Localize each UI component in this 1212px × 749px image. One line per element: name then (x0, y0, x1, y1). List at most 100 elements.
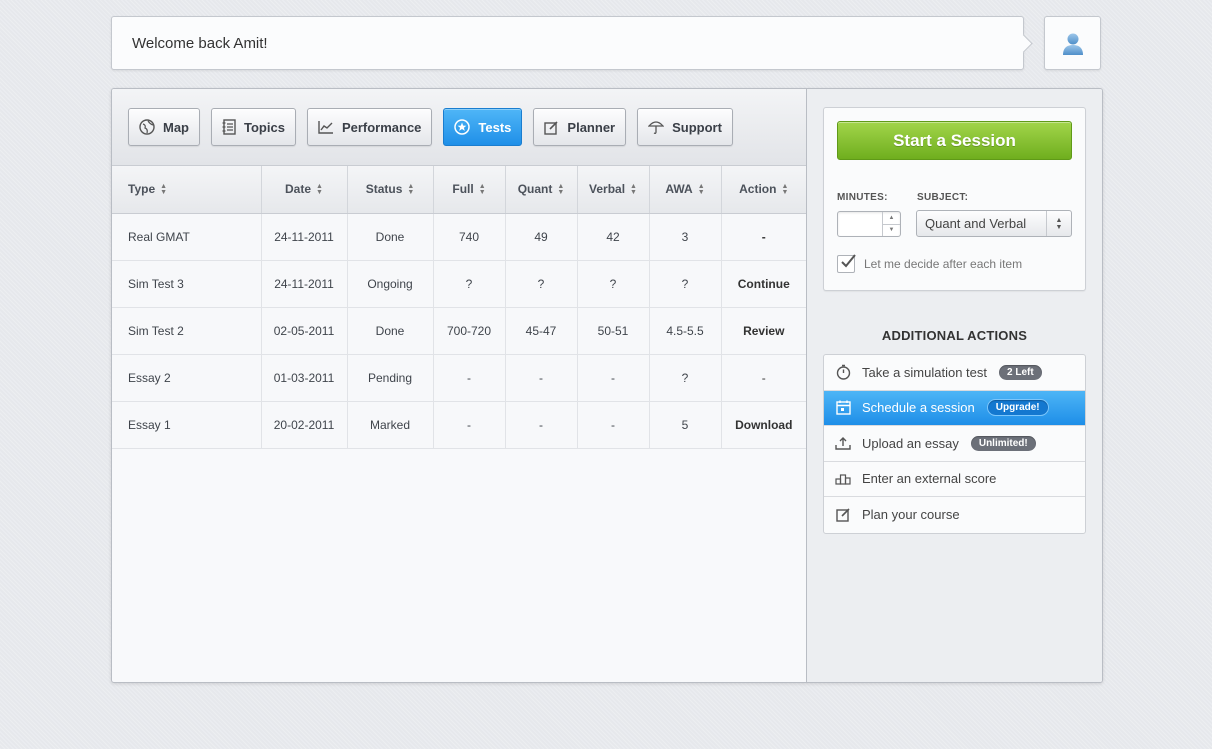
subject-value: Quant and Verbal (925, 216, 1027, 231)
status-badge: Unlimited! (970, 435, 1036, 451)
notebook-icon (222, 119, 236, 135)
subject-select[interactable]: Quant and Verbal ▲ ▼ (916, 210, 1072, 237)
continue-link[interactable]: Continue (721, 260, 806, 308)
cell-verbal: 50-51 (577, 307, 650, 355)
tab-planner[interactable]: Planner (533, 108, 627, 146)
calendar-icon (835, 400, 851, 416)
user-icon (1062, 33, 1083, 55)
umbrella-icon (648, 121, 665, 134)
cell-type: Real GMAT (112, 213, 262, 261)
action-label: Plan your course (862, 507, 960, 523)
cell-type: Sim Test 2 (112, 307, 262, 355)
tab-planner-label: Planner (567, 119, 616, 135)
edit-icon (544, 120, 558, 135)
upgrade-badge[interactable]: Upgrade! (986, 399, 1049, 417)
action-schedule-session[interactable]: Schedule a session Upgrade! (824, 390, 1085, 426)
cell-awa: ? (649, 260, 722, 308)
table-row: Essay 2 01-03-2011 Pending - - - ? - (112, 354, 806, 402)
cell-verbal: - (577, 354, 650, 402)
sort-icon: ▲ ▼ (316, 183, 323, 197)
globe-icon (139, 119, 155, 135)
cell-full: 740 (433, 213, 506, 261)
column-header-full[interactable]: Full ▲ ▼ (433, 166, 506, 214)
tab-map-label: Map (163, 119, 189, 135)
cell-full: 700-720 (433, 307, 506, 355)
review-link[interactable]: Review (721, 307, 806, 355)
additional-actions-list: Take a simulation test 2 Left Schedule a… (823, 354, 1086, 534)
sort-icon: ▲ ▼ (478, 183, 486, 197)
stepper-up-icon[interactable]: ▲ (883, 212, 900, 225)
tab-support[interactable]: Support (637, 108, 733, 146)
action-label: Schedule a session (862, 400, 975, 416)
tests-panel: Map Topics Performance Tests Planner Sup… (112, 89, 806, 682)
stepper-down-icon[interactable]: ▼ (883, 225, 900, 237)
sort-icon: ▲ ▼ (160, 183, 168, 197)
line-chart-icon (318, 121, 333, 134)
cell-action: - (721, 213, 806, 261)
tab-tests[interactable]: Tests (443, 108, 523, 146)
column-header-action[interactable]: Action ▲ ▼ (721, 166, 806, 214)
tab-map[interactable]: Map (128, 108, 200, 146)
column-header-status[interactable]: Status ▲ ▼ (347, 166, 434, 214)
action-simulation-test[interactable]: Take a simulation test 2 Left (824, 355, 1085, 391)
decide-checkbox-row[interactable]: Let me decide after each item (837, 254, 1022, 273)
column-header-verbal[interactable]: Verbal ▲ ▼ (577, 166, 650, 214)
sidebar: Start a Session MINUTES: SUBJECT: ▲ ▼ Qu… (806, 89, 1102, 682)
cell-status: Marked (347, 401, 434, 449)
upload-icon (835, 435, 851, 451)
cell-awa: 4.5-5.5 (649, 307, 722, 355)
tab-topics[interactable]: Topics (211, 108, 296, 146)
main-panel: Map Topics Performance Tests Planner Sup… (111, 88, 1103, 683)
column-header-type[interactable]: Type ▲ ▼ (112, 166, 262, 214)
podium-icon (835, 471, 851, 487)
edit-icon (835, 507, 851, 523)
column-header-date[interactable]: Date ▲ ▼ (261, 166, 348, 214)
nav-toolbar: Map Topics Performance Tests Planner Sup… (112, 89, 806, 166)
cell-awa: ? (649, 354, 722, 402)
table-row: Sim Test 2 02-05-2011 Done 700-720 45-47… (112, 307, 806, 355)
sort-icon: ▲ ▼ (630, 183, 637, 197)
cell-date: 24-11-2011 (261, 260, 348, 308)
table-row: Essay 1 20-02-2011 Marked - - - 5 Downlo… (112, 401, 806, 449)
cell-quant: - (505, 354, 578, 402)
sort-icon: ▲ ▼ (557, 183, 565, 197)
minutes-stepper[interactable]: ▲ ▼ (882, 212, 900, 236)
cell-full: - (433, 354, 506, 402)
checkmark-icon (841, 254, 856, 268)
cell-type: Essay 2 (112, 354, 262, 402)
stopwatch-icon (835, 364, 851, 380)
action-upload-essay[interactable]: Upload an essay Unlimited! (824, 426, 1085, 462)
cell-type: Essay 1 (112, 401, 262, 449)
action-plan-course[interactable]: Plan your course (824, 497, 1085, 533)
cell-verbal: ? (577, 260, 650, 308)
additional-actions-title: ADDITIONAL ACTIONS (881, 328, 1028, 343)
action-label: Take a simulation test (862, 364, 988, 380)
sort-icon: ▲ ▼ (697, 183, 705, 197)
table-header-row: Type ▲ ▼ Date ▲ ▼ Status ▲ ▼ Full ▲ ▼ Quant ▲ ▼ Ve… (112, 166, 806, 214)
column-header-awa[interactable]: AWA ▲ ▼ (649, 166, 722, 214)
tab-tests-label: Tests (478, 119, 512, 135)
avatar[interactable] (1044, 16, 1101, 70)
tab-performance-label: Performance (341, 119, 422, 135)
decide-checkbox[interactable] (837, 254, 856, 273)
sort-icon: ▲ ▼ (407, 183, 415, 197)
action-label: Enter an external score (862, 471, 997, 487)
cell-date: 02-05-2011 (261, 307, 348, 355)
column-header-quant[interactable]: Quant ▲ ▼ (505, 166, 578, 214)
cell-type: Sim Test 3 (112, 260, 262, 308)
minutes-input[interactable]: ▲ ▼ (837, 211, 901, 237)
start-session-button[interactable]: Start a Session (837, 121, 1072, 160)
sort-icon: ▲ ▼ (781, 183, 789, 197)
cell-quant: - (505, 401, 578, 449)
tab-performance[interactable]: Performance (306, 108, 433, 146)
cell-verbal: 42 (577, 213, 650, 261)
cell-verbal: - (577, 401, 650, 449)
download-link[interactable]: Download (721, 401, 806, 449)
action-external-score[interactable]: Enter an external score (824, 462, 1085, 497)
table-row: Real GMAT 24-11-2011 Done 740 49 42 3 - (112, 213, 806, 261)
cell-awa: 3 (649, 213, 722, 261)
status-badge: 2 Left (999, 364, 1042, 380)
tab-support-label: Support (672, 119, 722, 135)
minutes-label: MINUTES: (837, 192, 888, 203)
tab-topics-label: Topics (244, 119, 285, 135)
